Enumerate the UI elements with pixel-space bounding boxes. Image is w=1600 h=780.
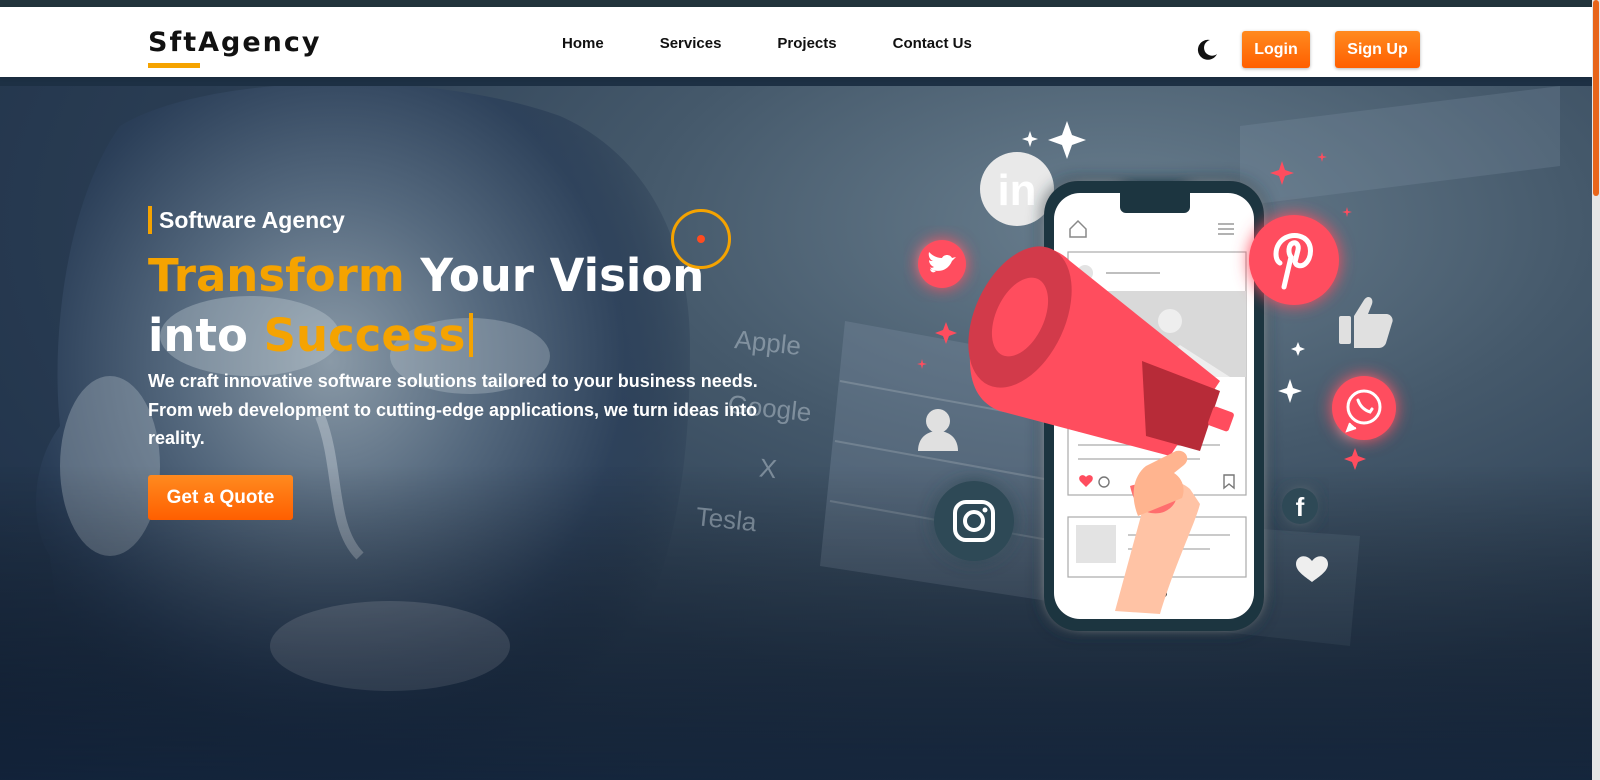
scrollbar-thumb[interactable] <box>1593 0 1599 196</box>
login-button[interactable]: Login <box>1242 31 1310 68</box>
logo-underline <box>148 63 200 68</box>
hero-section: Apple Google X Tesla Software Agency Tra… <box>0 86 1592 780</box>
decor-dot <box>697 235 705 243</box>
thumbs-up-icon <box>1339 297 1393 348</box>
moon-icon[interactable] <box>1194 37 1220 63</box>
user-icon <box>918 409 958 451</box>
get-quote-button[interactable]: Get a Quote <box>148 475 293 520</box>
nav-link-projects[interactable]: Projects <box>777 35 836 52</box>
hero-eyebrow: Software Agency <box>148 206 345 234</box>
brand-logo[interactable]: SftAgency <box>148 27 321 58</box>
typing-cursor <box>469 313 474 357</box>
signup-button[interactable]: Sign Up <box>1335 31 1420 68</box>
nav-link-services[interactable]: Services <box>660 35 722 52</box>
pinterest-icon <box>1249 215 1339 305</box>
nav-links: Home Services Projects Contact Us <box>562 35 1028 52</box>
bg-text-apple: Apple <box>733 324 802 361</box>
hero-description: We craft innovative software solutions t… <box>148 371 758 448</box>
linkedin-icon: in <box>980 152 1054 226</box>
headline-your-vision: Your Vision <box>404 249 705 302</box>
svg-text:f: f <box>1296 492 1305 522</box>
facebook-icon: f <box>1282 488 1318 524</box>
whatsapp-icon <box>1332 376 1396 440</box>
headline-accent-transform: Transform <box>148 249 405 302</box>
bg-text-tesla: Tesla <box>694 501 758 537</box>
headline-accent-success: Success <box>263 309 466 362</box>
nav-link-contact[interactable]: Contact Us <box>893 35 972 52</box>
heart-icon <box>1296 556 1328 582</box>
nav-link-home[interactable]: Home <box>562 35 604 52</box>
marketing-illustration: in f <box>917 121 1396 631</box>
navbar: SftAgency Home Services Projects Contact… <box>0 7 1592 77</box>
headline-into: into <box>148 309 264 362</box>
hero-headline: Transform Your Vision into Success <box>148 246 704 366</box>
bg-text-x: X <box>758 452 778 484</box>
twitter-icon <box>918 240 966 288</box>
instagram-icon <box>934 481 1014 561</box>
top-strip <box>0 0 1600 7</box>
svg-text:in: in <box>997 166 1036 215</box>
